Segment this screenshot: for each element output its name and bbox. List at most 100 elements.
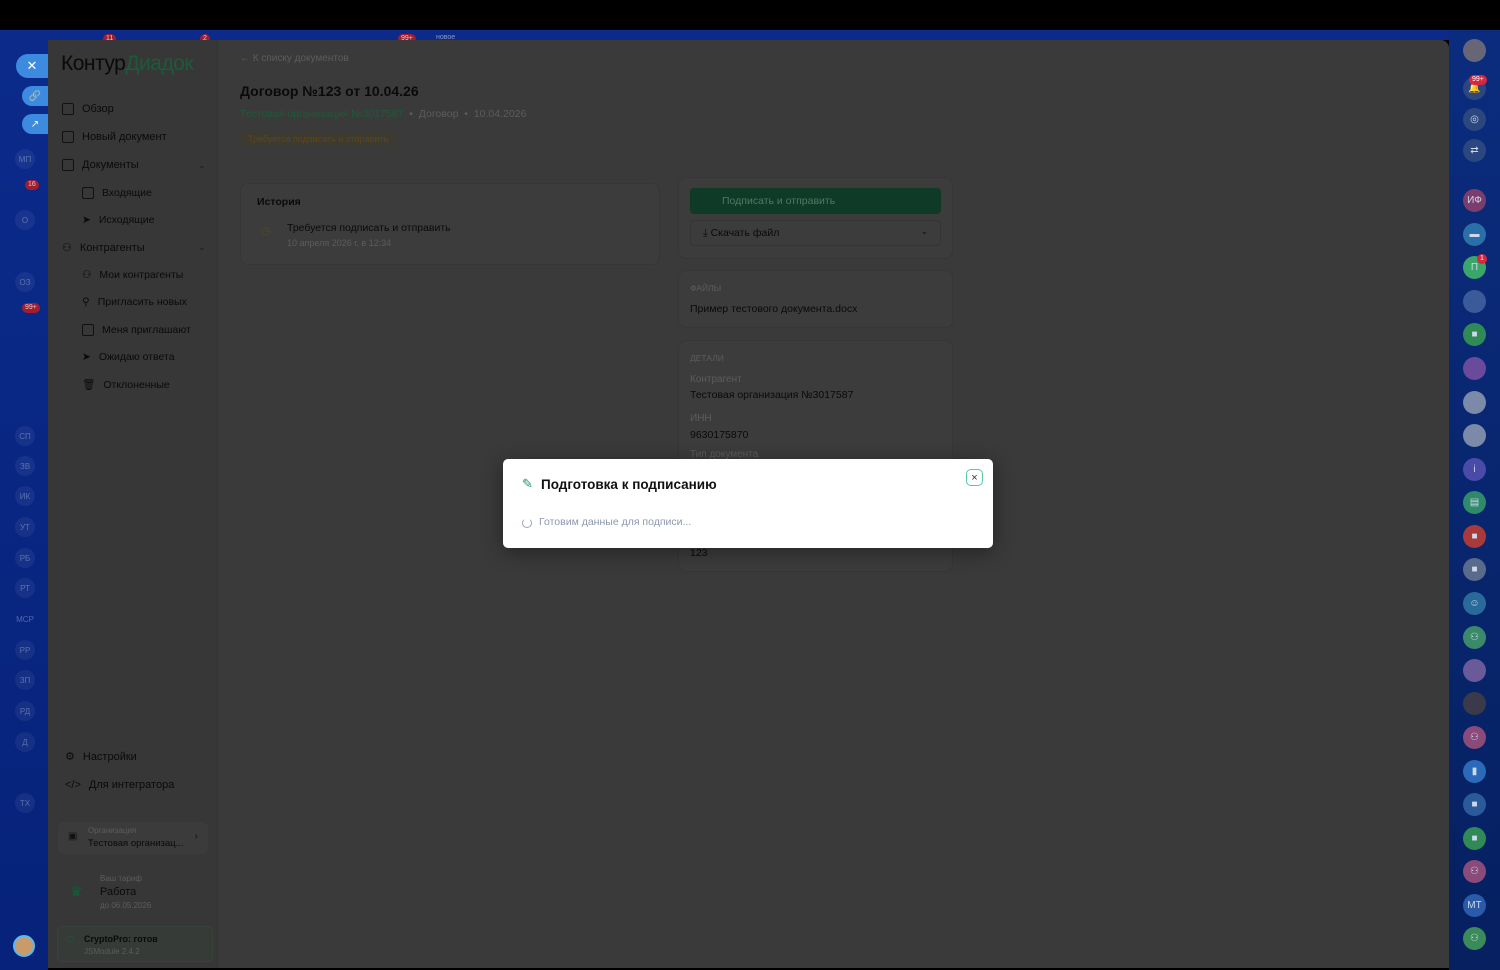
nav-overview[interactable]: Обзор: [62, 103, 114, 115]
rail-item[interactable]: Д: [15, 732, 35, 752]
group-icon[interactable]: ⚇: [1463, 726, 1486, 749]
video-icon[interactable]: ■: [1463, 558, 1486, 581]
counterparty-label: Контрагент: [690, 374, 742, 385]
group-icon[interactable]: ⚇: [1463, 626, 1486, 649]
crypto-version: JSModule 2.4.2: [84, 947, 140, 956]
organization-selector[interactable]: ▣ Организация Тестовая организац... ›: [58, 822, 208, 854]
document-sign-icon: ✎: [522, 476, 533, 491]
org-link[interactable]: Тестовая организация №3017587: [240, 108, 403, 120]
rail-item[interactable]: ИК: [15, 486, 35, 506]
dialog-title: Подготовка к подписанию: [541, 477, 717, 492]
dialog-message: Готовим данные для подписи...: [539, 516, 692, 528]
info-icon[interactable]: i: [1463, 458, 1486, 481]
contact-avatar[interactable]: [1463, 391, 1486, 414]
nav-counterparties[interactable]: ⚇ Контрагенты: [62, 241, 145, 255]
nav-documents[interactable]: Документы: [62, 159, 139, 171]
contact-avatar[interactable]: [1463, 692, 1486, 715]
contact-avatar[interactable]: [1463, 357, 1486, 380]
close-panel-button[interactable]: ✕: [16, 54, 48, 78]
nav-awaiting[interactable]: ➤ Ожидаю ответа: [82, 351, 175, 363]
document-icon: [62, 159, 74, 171]
doc-type: Договор: [418, 108, 459, 120]
rail-item[interactable]: ТХ: [15, 793, 35, 813]
rail-item[interactable]: УТ: [15, 517, 35, 537]
users-icon: ⚇: [62, 242, 72, 254]
tariff-name: Работа: [100, 886, 137, 898]
rail-item[interactable]: СП: [15, 426, 35, 446]
chat-icon[interactable]: ⇄: [1463, 139, 1486, 162]
file-link[interactable]: Пример тестового документа.docx: [690, 303, 857, 315]
rail-item[interactable]: РТ: [15, 578, 35, 598]
rail-item[interactable]: МП: [15, 149, 35, 169]
group-icon[interactable]: ⚇: [1463, 927, 1486, 950]
counterparty-value: Тестовая организация №3017587: [690, 389, 854, 401]
top-bar: 11 2 99+ новое: [0, 0, 1500, 44]
rail-item[interactable]: О: [15, 210, 35, 230]
nav-settings[interactable]: ⚙ Настройки: [65, 750, 137, 764]
inn-value: 9630175870: [690, 429, 749, 441]
rail-item[interactable]: РБ: [15, 548, 35, 568]
shield-check-icon: ⛉: [67, 935, 74, 945]
chevron-down-icon[interactable]: ⌄: [198, 242, 206, 253]
bookmark-icon[interactable]: ▮: [1463, 760, 1486, 783]
rail-app[interactable]: ИФ: [1463, 189, 1486, 212]
nav-outgoing[interactable]: ➤ Исходящие: [82, 214, 155, 226]
chevron-down-icon: ⌄: [920, 226, 928, 236]
back-link[interactable]: ← К списку документов: [240, 53, 349, 64]
nav-incoming[interactable]: Входящие: [82, 187, 152, 199]
link-icon[interactable]: 🔗: [22, 86, 48, 106]
profile-avatar[interactable]: [1463, 39, 1486, 62]
notifications-badge: 99+: [1469, 75, 1487, 85]
contact-avatar[interactable]: [1463, 424, 1486, 447]
left-app-rail: ✕ 🔗 ↗ МП 16 О ОЗ 99+ СП ЗВ ИК УТ РБ РТ M…: [0, 30, 48, 970]
group-icon[interactable]: ⚇: [1463, 860, 1486, 883]
nav-rejected[interactable]: 🗑 Отклоненные: [82, 378, 170, 392]
users-icon: ⚇: [82, 269, 92, 281]
building-icon: ▣: [68, 831, 78, 842]
actions-card: Подписать и отправить ⤓ Скачать файл ⌄: [678, 177, 953, 259]
contact-avatar[interactable]: [1463, 659, 1486, 682]
inn-label: ИНН: [690, 413, 712, 424]
document-meta: Тестовая организация №3017587 • Договор …: [240, 108, 527, 120]
sign-and-send-button[interactable]: Подписать и отправить: [690, 188, 941, 214]
messages-icon[interactable]: ▬: [1463, 223, 1486, 246]
send-icon: ➤: [82, 351, 91, 363]
rail-item[interactable]: РР: [15, 640, 35, 660]
external-link-icon[interactable]: ↗: [22, 114, 48, 134]
video-icon[interactable]: ■: [1463, 323, 1486, 346]
sync-icon[interactable]: ◎: [1463, 108, 1486, 131]
rail-badge: 16: [25, 180, 39, 190]
send-icon: ➤: [82, 214, 91, 226]
bot-icon[interactable]: ☺: [1463, 592, 1486, 615]
video-icon[interactable]: ■: [1463, 793, 1486, 816]
rail-item[interactable]: РД: [15, 701, 35, 721]
download-file-button[interactable]: ⤓ Скачать файл ⌄: [690, 220, 941, 246]
spinner-icon: [522, 518, 532, 528]
nav-invitations[interactable]: Меня приглашают: [82, 324, 191, 336]
news-icon[interactable]: ▤: [1463, 491, 1486, 514]
tariff-label: Ваш тариф: [100, 874, 142, 883]
contact-avatar[interactable]: [1463, 290, 1486, 313]
grid-icon: [62, 103, 74, 115]
rail-item[interactable]: ЗВ: [15, 456, 35, 476]
video-icon[interactable]: ■: [1463, 525, 1486, 548]
nav-my-counterparties[interactable]: ⚇ Мои контрагенты: [82, 269, 183, 281]
close-button[interactable]: ×: [966, 469, 983, 486]
clock-icon: ◷: [261, 225, 271, 237]
status-badge: Требуется подписать и отправить: [240, 132, 397, 146]
rail-item[interactable]: ЗП: [15, 670, 35, 690]
rail-item[interactable]: ОЗ: [15, 272, 35, 292]
tariff-until: до 06.05.2026: [100, 901, 152, 910]
nav-new-document[interactable]: Новый документ: [62, 131, 167, 143]
rail-app[interactable]: МТ: [1463, 894, 1486, 917]
video-icon[interactable]: ■: [1463, 827, 1486, 850]
gear-icon: ⚙: [65, 751, 75, 763]
rail-item[interactable]: MCP: [15, 609, 35, 629]
code-icon: </>: [65, 779, 81, 791]
user-avatar[interactable]: [13, 935, 35, 957]
chevron-down-icon[interactable]: ⌄: [198, 160, 206, 171]
nav-invite-new[interactable]: ⚲ Пригласить новых: [82, 296, 187, 308]
nav-integrator[interactable]: </> Для интегратора: [65, 779, 174, 791]
crown-icon: ♛: [70, 883, 83, 899]
history-event: Требуется подписать и отправить: [287, 222, 451, 234]
